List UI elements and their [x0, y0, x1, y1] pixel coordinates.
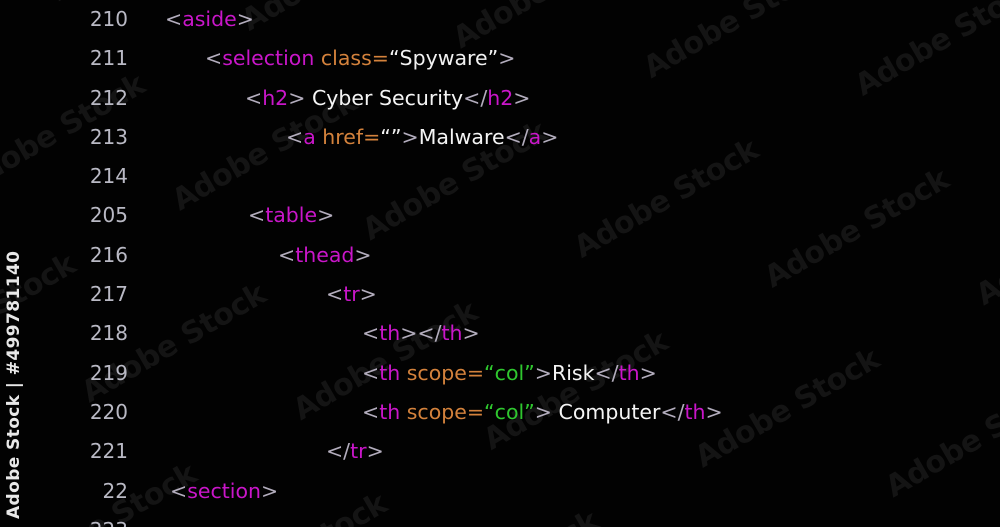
line-number: 214	[89, 164, 128, 189]
code-token-br: >	[261, 478, 279, 503]
code-token-tag: a	[303, 124, 316, 149]
code-token-br: ></	[400, 321, 442, 346]
code-line[interactable]: 216 <thead>	[0, 236, 1000, 275]
line-number: 213	[89, 124, 128, 149]
code-token-tag: th	[379, 321, 401, 346]
code-line-content[interactable]: <aside>	[165, 0, 254, 39]
code-line[interactable]: 212 <h2> Cyber Security</h2>	[0, 79, 1000, 118]
code-token-br: >	[541, 124, 559, 149]
code-token-br: >	[317, 203, 335, 228]
code-token-br: >	[354, 242, 372, 267]
code-token-br: >	[462, 321, 480, 346]
code-line[interactable]: 22 <section>	[0, 472, 1000, 511]
code-line[interactable]: 219 <th scope=“col”>Risk</th>	[0, 354, 1000, 393]
code-editor-screenshot: Adobe StockAdobe StockAdobe StockAdobe S…	[0, 0, 1000, 527]
code-token-br: </	[463, 85, 488, 110]
code-token-tag: section	[187, 478, 262, 503]
code-token-br: >	[401, 124, 419, 149]
code-token-br: <	[326, 282, 344, 307]
code-token-br: <	[245, 85, 263, 110]
code-token-tag: h2	[487, 85, 514, 110]
code-token-txt: Cyber Security	[305, 85, 464, 110]
code-token-br: <	[165, 7, 183, 31]
code-line[interactable]: 223	[0, 511, 1000, 527]
code-line-content[interactable]: <tr>	[326, 275, 377, 314]
code-token-txt: Malware	[418, 124, 505, 149]
code-token-tag: th	[684, 399, 706, 424]
code-token-br: >	[513, 85, 531, 110]
code-line-content[interactable]: <th></th>	[362, 314, 480, 353]
code-token-br: >	[236, 7, 254, 31]
line-number: 211	[89, 46, 128, 71]
code-token-strw: “Spyware”	[388, 46, 499, 71]
code-token-attr: class=	[320, 46, 389, 71]
code-line[interactable]: 220 <th scope=“col”> Computer</th>	[0, 393, 1000, 432]
code-token-br: <	[248, 203, 266, 228]
code-line-content[interactable]: <th scope=“col”> Computer</th>	[362, 393, 723, 432]
code-token-tag: th	[441, 321, 463, 346]
code-line[interactable]: 211 <selection class=“Spyware”>	[0, 39, 1000, 78]
code-token-br: <	[362, 399, 380, 424]
code-token-br: >	[359, 282, 377, 307]
code-line[interactable]: 214	[0, 157, 1000, 196]
code-token-strw: “”	[380, 124, 402, 149]
code-token-tag: aside	[182, 7, 237, 31]
code-token-strg: “col”	[484, 360, 535, 385]
code-token-br: <	[362, 360, 380, 385]
code-token-br: <	[205, 46, 223, 71]
code-token-tag: tr	[350, 439, 367, 464]
code-line-content[interactable]: <thead>	[278, 236, 372, 275]
code-token-tag: h2	[262, 85, 289, 110]
code-token-br: </	[504, 124, 529, 149]
code-line[interactable]: 213 <a href=“”>Malware</a>	[0, 118, 1000, 157]
code-token-br: >	[498, 46, 516, 71]
code-token-tag: th	[379, 360, 401, 385]
code-line[interactable]: 217 <tr>	[0, 275, 1000, 314]
code-token-br: </	[326, 439, 351, 464]
line-number: 205	[89, 203, 128, 228]
code-line-content[interactable]: <h2> Cyber Security</h2>	[245, 79, 530, 118]
code-token-br: <	[170, 478, 188, 503]
code-token-tag: a	[528, 124, 542, 149]
code-token-br: <	[362, 321, 380, 346]
code-line-content[interactable]: <selection class=“Spyware”>	[205, 39, 515, 78]
code-viewport[interactable]: 210 <aside> 211 <selection class=“Spyware”>…	[0, 0, 1000, 527]
code-token-txt: Computer	[551, 399, 661, 424]
code-token-br: >	[705, 399, 723, 424]
code-token-br: >	[366, 439, 384, 464]
code-line[interactable]: 210 <aside>	[0, 0, 1000, 39]
code-token-attr: href=	[322, 124, 381, 149]
code-token-strg: “col”	[484, 399, 535, 424]
code-line[interactable]: 218 <th></th>	[0, 314, 1000, 353]
code-token-br: <	[286, 124, 304, 149]
code-line-content[interactable]: <a href=“”>Malware</a>	[286, 118, 558, 157]
code-token-br: </	[660, 399, 685, 424]
code-line[interactable]: 221 </tr>	[0, 432, 1000, 471]
stock-credit-label: Adobe Stock | #499781140	[4, 250, 24, 519]
line-number: 212	[89, 85, 128, 110]
code-line[interactable]: 205 <table>	[0, 196, 1000, 235]
code-token-tag: th	[379, 399, 401, 424]
code-token-tag: table	[265, 203, 318, 228]
code-line-content[interactable]: </tr>	[326, 432, 384, 471]
code-token-br: >	[534, 399, 552, 424]
code-token-br: <	[278, 242, 296, 267]
code-line-content[interactable]: <th scope=“col”>Risk</th>	[362, 354, 657, 393]
code-token-br: >	[288, 85, 306, 110]
code-token-tag: thead	[295, 242, 355, 267]
code-token-txt: Risk	[551, 360, 595, 385]
line-number: 210	[89, 7, 128, 31]
code-token-attr: scope=	[406, 360, 485, 385]
code-token-attr: scope=	[406, 399, 485, 424]
code-token-br: >	[534, 360, 552, 385]
code-token-br: </	[594, 360, 619, 385]
code-token-br: >	[639, 360, 657, 385]
code-token-tag: selection	[222, 46, 315, 71]
code-line-content[interactable]: <table>	[248, 196, 334, 235]
code-token-tag: th	[618, 360, 640, 385]
code-line-content[interactable]: <section>	[170, 472, 278, 511]
code-token-tag: tr	[343, 282, 360, 307]
